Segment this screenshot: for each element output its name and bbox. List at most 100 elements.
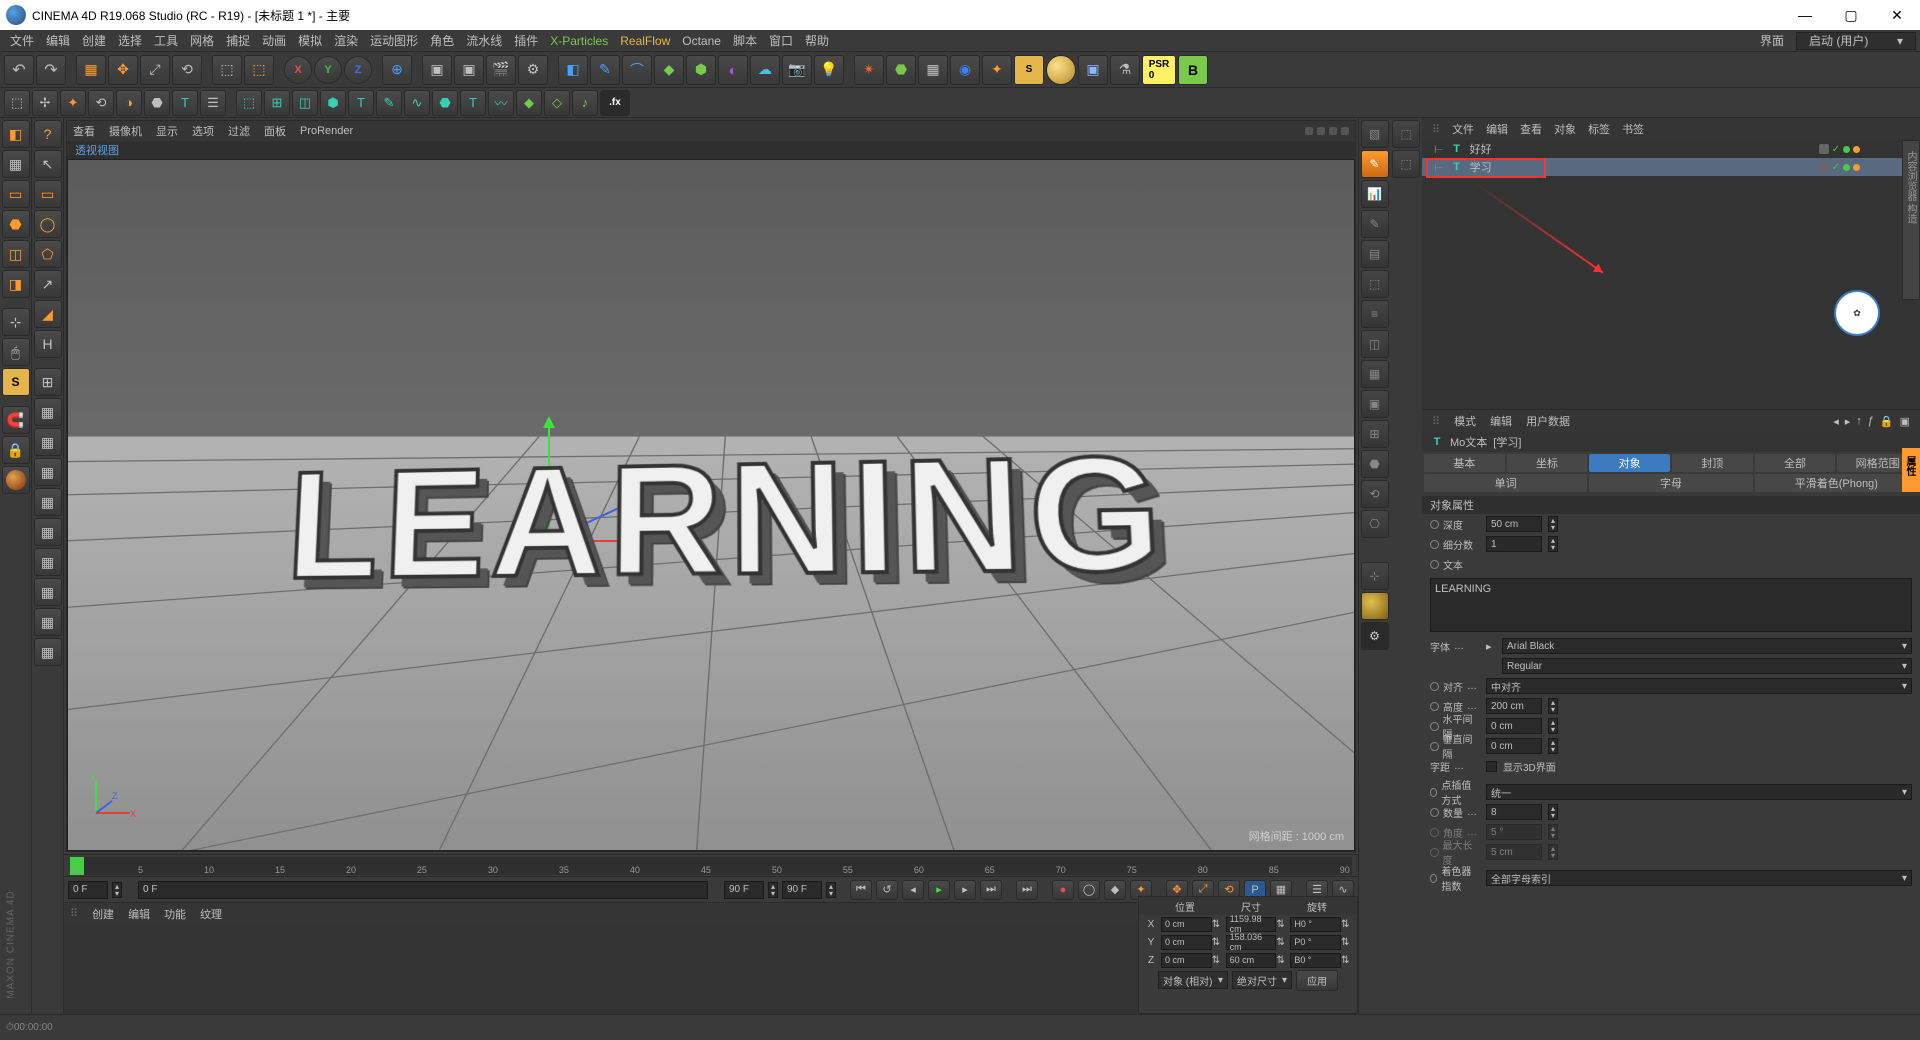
tab-coord[interactable]: 坐标 [1507,454,1588,472]
pos-y-field[interactable]: 0 cm [1161,935,1212,950]
realflow-button[interactable]: ◉ [950,55,980,85]
rot-h-field[interactable]: H 0 ° [1290,917,1341,932]
menu-edit[interactable]: 编辑 [40,30,76,51]
matrix-button[interactable]: ⊞ [264,90,290,116]
rtool-11[interactable]: ⊞ [1361,420,1389,448]
menu-octane[interactable]: Octane [676,32,727,50]
timeline-current-field[interactable]: 0 F [138,881,708,899]
solo-s-button[interactable]: S [2,368,30,396]
misc-icon-4[interactable]: ▦ [34,488,62,516]
timeline-start-field[interactable]: 0 F [68,881,108,899]
coord-size-dropdown[interactable]: 绝对尺寸▾ [1232,971,1292,989]
menu-mesh[interactable]: 网格 [184,30,220,51]
side-dock-tab[interactable]: 内容浏览器 构造 [1902,140,1920,300]
tab-letter[interactable]: 字母 [1589,474,1752,492]
menu-help[interactable]: 帮助 [799,30,835,51]
spline-pen-button[interactable]: ✎ [590,55,620,85]
attr-menu-user[interactable]: 用户数据 [1526,413,1570,429]
align-dropdown[interactable]: 中对齐▾ [1486,678,1912,694]
attr-func-icon[interactable]: ƒ [1868,415,1874,428]
keyframe-button[interactable]: ◆ [1104,880,1126,900]
enable-axis-button[interactable]: ⊹ [2,308,30,336]
attr-nav-back-icon[interactable]: ◂ [1833,415,1839,428]
scale-button[interactable]: ⤢ [140,55,170,85]
motext-button[interactable]: T [348,90,374,116]
coord-apply-button[interactable]: 应用 [1296,970,1338,991]
obj-menu-file[interactable]: 文件 [1452,121,1474,137]
nurbs-button[interactable]: ◆ [654,55,684,85]
rot-p-field[interactable]: P 0 ° [1290,935,1341,950]
fx-button[interactable]: .fx [600,90,630,116]
tab-word[interactable]: 单词 [1424,474,1587,492]
misc-icon-6[interactable]: ▦ [34,548,62,576]
goto-start-button[interactable]: ⏮ [850,880,872,900]
next-frame-button[interactable]: ▸ [954,880,976,900]
count-field[interactable]: 8 [1486,804,1542,820]
close-button[interactable]: ✕ [1874,0,1920,30]
texture-mode-button[interactable]: ▦ [2,150,30,178]
rtool2-2[interactable]: ⬚ [1392,150,1420,178]
tool-a5[interactable]: ◑ [116,90,142,116]
visible-icon[interactable]: ✓ [1832,144,1840,155]
attr-nav-up-icon[interactable]: ↑ [1856,415,1862,428]
environment-button[interactable]: ☁ [750,55,780,85]
mograph-trace-button[interactable]: 〰 [488,90,514,116]
tool-a3[interactable]: ✦ [60,90,86,116]
rf-mesh-button[interactable]: ✦ [982,55,1012,85]
menu-plugins[interactable]: 插件 [508,30,544,51]
enable-dot[interactable] [1843,164,1850,171]
primitive-cube-button[interactable]: ◧ [558,55,588,85]
material-gold-button[interactable] [1046,55,1076,85]
menu-window[interactable]: 窗口 [763,30,799,51]
vspace-field[interactable]: 0 cm [1486,738,1542,754]
view-nav-icon[interactable] [1317,127,1325,135]
move-tool-icon[interactable]: ↗ [34,270,62,298]
rot-b-field[interactable]: B 0 ° [1290,953,1341,968]
tree-row-0[interactable]: ⊢ T 好好 ✓ [1422,140,1920,158]
layout-dropdown[interactable]: 启动 (用户)▾ [1796,32,1916,50]
mat-menu-tex[interactable]: 纹理 [200,906,222,922]
xp-emitter-button[interactable]: ✴ [854,55,884,85]
misc-icon-9[interactable]: ▦ [34,638,62,666]
rf-util-button[interactable]: ⚗ [1110,55,1140,85]
enable-dot[interactable] [1843,146,1850,153]
workplane-button[interactable]: ▭ [2,180,30,208]
view-menu-options[interactable]: 选项 [192,123,214,139]
rtool-10[interactable]: ▣ [1361,390,1389,418]
menu-create[interactable]: 创建 [76,30,112,51]
rtool-3[interactable]: 📊 [1361,180,1389,208]
spinner-icon[interactable]: ▴▾ [826,882,836,898]
voronoi-button[interactable]: ⬣ [432,90,458,116]
view-menu-filter[interactable]: 过滤 [228,123,250,139]
rtool-14[interactable]: ⎔ [1361,510,1389,538]
rotate-button[interactable]: ⟲ [172,55,202,85]
point-mode-button[interactable]: ⬣ [2,210,30,238]
misc-icon-2[interactable]: ▦ [34,428,62,456]
select-live-button[interactable]: ▦ [76,55,106,85]
knife-tool-icon[interactable]: H [34,330,62,358]
minimize-button[interactable]: — [1782,0,1828,30]
misc-icon-7[interactable]: ▦ [34,578,62,606]
spinner-icon[interactable]: ▴▾ [1548,718,1558,734]
timeline-end-field-2[interactable]: 90 F [782,881,822,899]
tracer-button[interactable]: ✎ [376,90,402,116]
poly-select-icon[interactable]: ⬠ [34,240,62,268]
spinner-icon[interactable]: ▴▾ [112,882,122,898]
mat-menu-func[interactable]: 功能 [164,906,186,922]
spline-wrap-button[interactable]: ∿ [404,90,430,116]
tool-text[interactable]: T [172,90,198,116]
misc-icon-3[interactable]: ▦ [34,458,62,486]
goto-end-button[interactable]: ⏭ [980,880,1002,900]
edge-mode-button[interactable]: ◫ [2,240,30,268]
menu-script[interactable]: 脚本 [727,30,763,51]
menu-snap[interactable]: 捕捉 [220,30,256,51]
menu-xparticles[interactable]: X-Particles [544,32,614,50]
menu-anim[interactable]: 动画 [256,30,292,51]
misc-icon-1[interactable]: ▦ [34,398,62,426]
layer-dot[interactable] [1819,162,1829,172]
hspace-field[interactable]: 0 cm [1486,718,1542,734]
text3d-object[interactable]: LEARNING [283,419,1173,614]
spinner-icon[interactable]: ▴▾ [1548,698,1558,714]
menu-char[interactable]: 角色 [424,30,460,51]
show-3d-checkbox[interactable] [1486,761,1497,772]
